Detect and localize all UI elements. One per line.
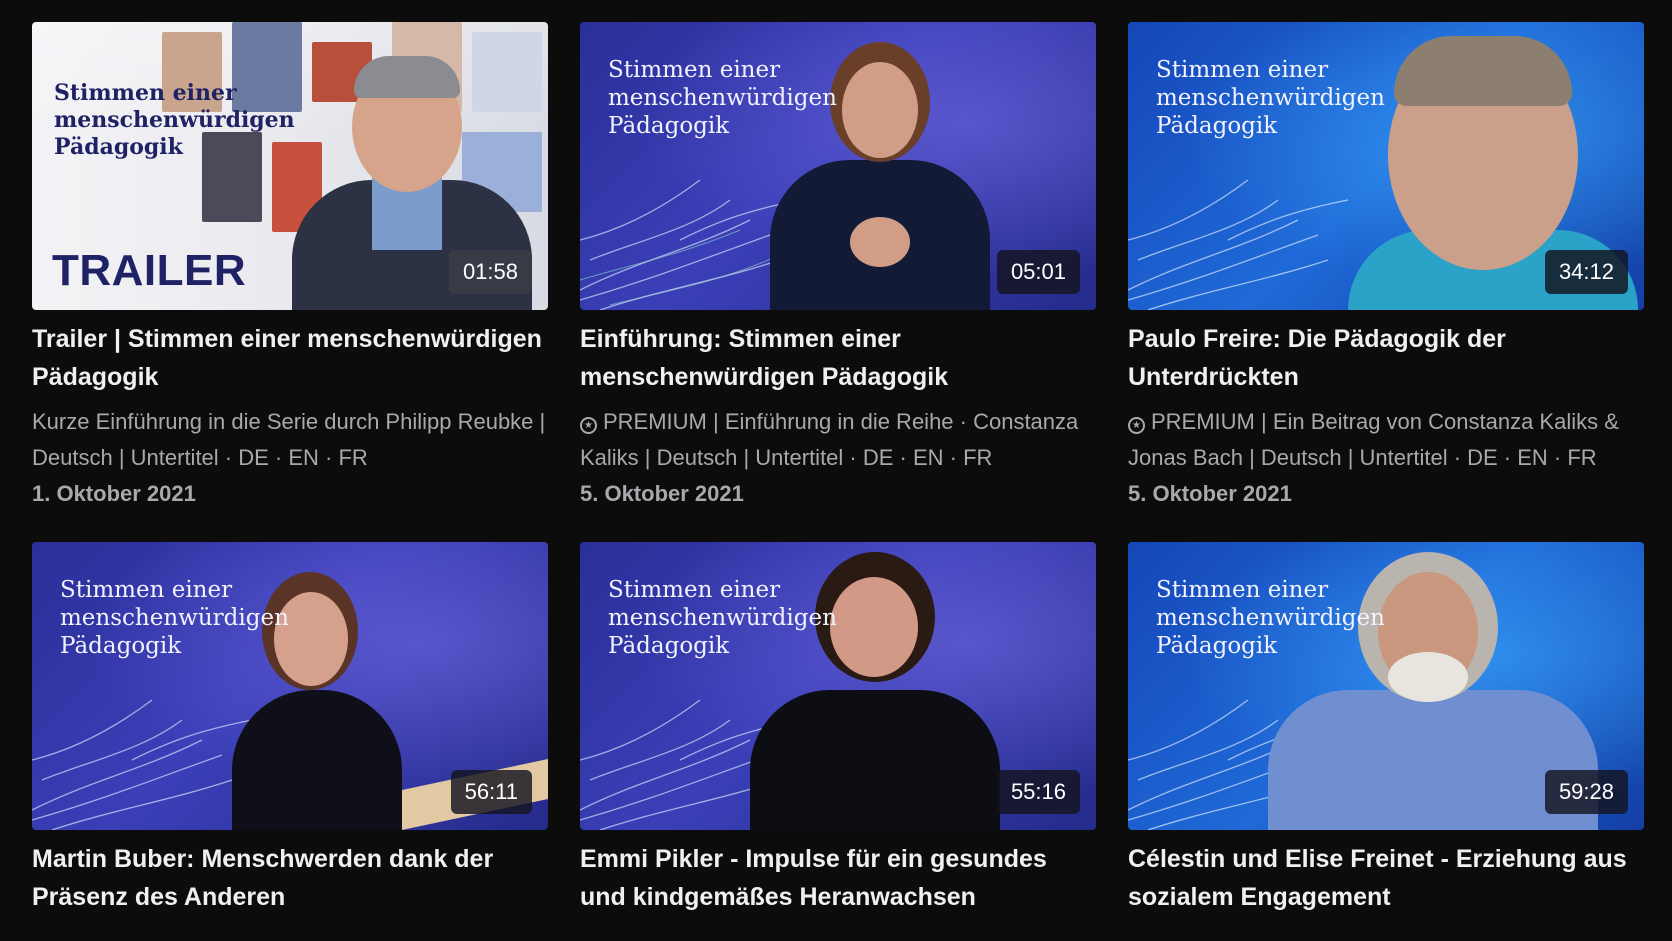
- premium-star-icon: ★: [1128, 417, 1145, 434]
- video-card-einfuehrung[interactable]: Stimmen einer menschenwürdigen Pädagogik…: [580, 22, 1096, 512]
- video-thumbnail[interactable]: Stimmen einer menschenwürdigen Pädagogik…: [32, 542, 548, 830]
- duration-badge: 05:01: [996, 250, 1080, 294]
- description-text: PREMIUM | Ein Beitrag von Constanza Kali…: [1128, 409, 1619, 470]
- video-grid: Stimmen einer menschenwürdigen Pädagogik…: [32, 22, 1644, 916]
- video-description: Kurze Einführung in die Serie durch Phil…: [32, 409, 546, 470]
- video-card-paulo-freire[interactable]: Stimmen einer menschenwürdigen Pädagogik…: [1128, 22, 1644, 512]
- series-overlay-text: Stimmen einer menschenwürdigen Pädagogik: [608, 577, 837, 659]
- duration-badge: 56:11: [450, 770, 532, 814]
- video-card-martin-buber[interactable]: Stimmen einer menschenwürdigen Pädagogik…: [32, 542, 548, 916]
- video-card-emmi-pikler[interactable]: Stimmen einer menschenwürdigen Pädagogik…: [580, 542, 1096, 916]
- video-title[interactable]: Trailer | Stimmen einer menschenwürdigen…: [32, 320, 548, 396]
- video-title[interactable]: Martin Buber: Menschwerden dank der Präs…: [32, 840, 548, 916]
- duration-badge: 34:12: [1544, 250, 1628, 294]
- video-title[interactable]: Célestin und Elise Freinet - Erziehung a…: [1128, 840, 1644, 916]
- series-overlay-text: Stimmen einer menschenwürdigen Pädagogik: [54, 80, 295, 160]
- series-overlay-text: Stimmen einer menschenwürdigen Pädagogik: [1156, 57, 1385, 139]
- description-text: PREMIUM | Einführung in die Reihe · Cons…: [580, 409, 1079, 470]
- video-description: ★ PREMIUM | Ein Beitrag von Constanza Kal…: [1128, 404, 1644, 476]
- video-date: 1. Oktober 2021: [32, 481, 196, 506]
- video-title[interactable]: Emmi Pikler - Impulse für ein gesundes u…: [580, 840, 1096, 916]
- video-card-freinet[interactable]: Stimmen einer menschenwürdigen Pädagogik…: [1128, 542, 1644, 916]
- video-thumbnail[interactable]: Stimmen einer menschenwürdigen Pädagogik…: [32, 22, 548, 310]
- series-overlay-text: Stimmen einer menschenwürdigen Pädagogik: [1156, 577, 1385, 659]
- video-date: 5. Oktober 2021: [580, 481, 744, 506]
- video-thumbnail[interactable]: Stimmen einer menschenwürdigen Pädagogik…: [580, 22, 1096, 310]
- series-overlay-text: Stimmen einer menschenwürdigen Pädagogik: [608, 57, 837, 139]
- video-title[interactable]: Einführung: Stimmen einer menschenwürdig…: [580, 320, 1096, 396]
- video-description: ★ PREMIUM | Einführung in die Reihe · Con…: [580, 404, 1096, 476]
- video-date: 5. Oktober 2021: [1128, 481, 1292, 506]
- video-thumbnail[interactable]: Stimmen einer menschenwürdigen Pädagogik…: [1128, 22, 1644, 310]
- video-title[interactable]: Paulo Freire: Die Pädagogik der Unterdrü…: [1128, 320, 1644, 396]
- duration-badge: 01:58: [448, 250, 532, 294]
- duration-badge: 55:16: [996, 770, 1080, 814]
- duration-badge: 59:28: [1544, 770, 1628, 814]
- video-card-trailer[interactable]: Stimmen einer menschenwürdigen Pädagogik…: [32, 22, 548, 512]
- series-overlay-text: Stimmen einer menschenwürdigen Pädagogik: [60, 577, 289, 659]
- premium-star-icon: ★: [580, 417, 597, 434]
- video-thumbnail[interactable]: Stimmen einer menschenwürdigen Pädagogik…: [580, 542, 1096, 830]
- trailer-badge: TRAILER: [52, 246, 247, 295]
- video-thumbnail[interactable]: Stimmen einer menschenwürdigen Pädagogik…: [1128, 542, 1644, 830]
